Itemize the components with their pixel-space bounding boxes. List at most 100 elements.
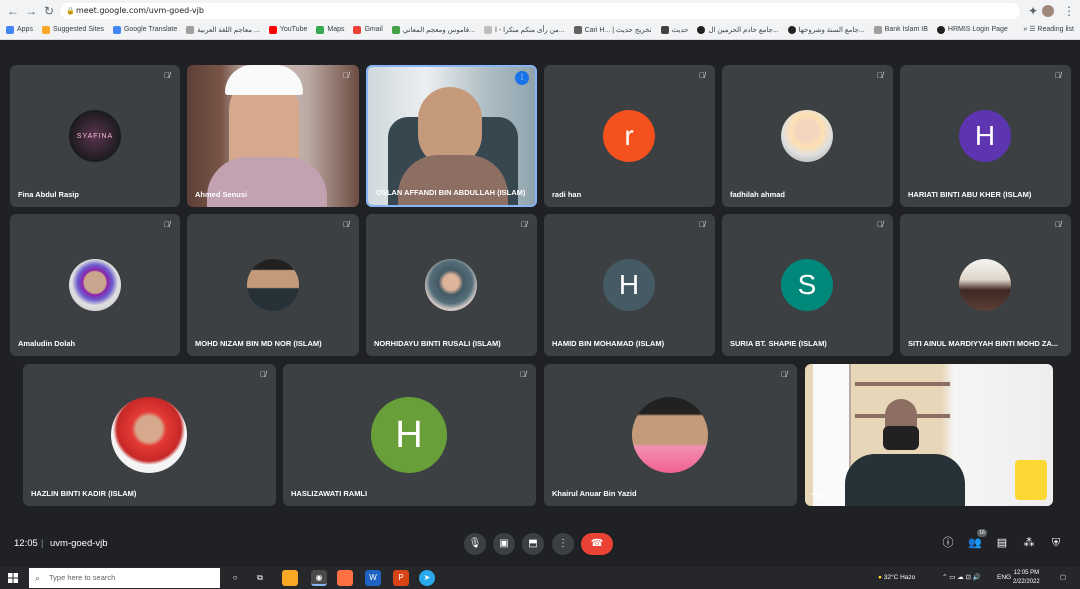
participant-tile[interactable]: H 🎙̸ HAMID BIN MOHAMAD (ISLAM)	[544, 214, 715, 356]
site-icon	[697, 25, 706, 34]
reading-list[interactable]: » ☰ Reading list	[1023, 21, 1074, 38]
firefox-icon[interactable]	[337, 570, 353, 586]
taskbar-clock[interactable]: 12:05 PM 2/22/2022	[1013, 569, 1040, 587]
participant-tile[interactable]: 🎙̸ MOHD NIZAM BIN MD NOR (ISLAM)	[187, 214, 359, 356]
ie-icon	[41, 25, 50, 34]
back-icon[interactable]: ←	[6, 4, 20, 18]
camera-button[interactable]: ▣	[493, 533, 515, 555]
participant-tile[interactable]: 🎙̸ Ahmed Senusi	[187, 65, 359, 207]
participant-tile[interactable]: 🎙̸ fadhilah ahmad	[722, 65, 893, 207]
participant-tile-active[interactable]: ⁞ OSLAN AFFANDI BIN ABDULLAH (ISLAM)	[366, 65, 537, 207]
bookmark-hadith[interactable]: من رأى منكم منكرا - ا...	[484, 25, 565, 34]
participant-tile[interactable]: H 🎙̸ HARIATI BINTI ABU KHER (ISLAM)	[900, 65, 1071, 207]
self-view-tile[interactable]: You	[805, 364, 1053, 506]
menu-icon[interactable]: ⋮	[1062, 4, 1076, 18]
participant-tile[interactable]: SYAFINA 🎙̸ Fina Abdul Rasip	[10, 65, 180, 207]
participant-tile[interactable]: r 🎙̸ radi han	[544, 65, 715, 207]
avatar: S	[781, 259, 833, 311]
avatar	[69, 259, 121, 311]
shirt	[207, 157, 327, 207]
weather-widget[interactable]: ● 32°C Hazo	[878, 567, 915, 589]
participant-name: SITI AINUL MARDIYYAH BINTI MOHD ZA...	[908, 339, 1059, 348]
present-icon: ⬒	[528, 538, 538, 549]
bookmark-suggested-sites[interactable]: Suggested Sites	[41, 25, 104, 34]
word-icon[interactable]: W	[365, 570, 381, 586]
avatar	[959, 259, 1011, 311]
chrome-icon[interactable]: ◉	[311, 570, 327, 586]
avatar	[425, 259, 477, 311]
reload-icon[interactable]: ↻	[42, 4, 56, 18]
participant-tile[interactable]: S 🎙̸ SURIA BT. SHAPIE (ISLAM)	[722, 214, 893, 356]
participant-tile[interactable]: 🎙̸ Amaludin Dolah	[10, 214, 180, 356]
chat-button[interactable]: ▤	[995, 536, 1009, 550]
bookmark-hrmis[interactable]: HRMIS Login Page	[936, 25, 1008, 34]
bookmark-arabic-dictionary[interactable]: معاجم اللغة العربية ...	[186, 25, 260, 34]
bookmark-maps[interactable]: Maps	[316, 25, 344, 34]
bookmark-apps[interactable]: Apps	[6, 25, 33, 34]
forward-icon[interactable]: →	[24, 4, 38, 18]
present-button[interactable]: ⬒	[522, 533, 544, 555]
bookmark-jami-2[interactable]: جامع السنة وشروحها...	[787, 25, 865, 34]
bookmark-jami-1[interactable]: جامع خادم الحرمين ال...	[697, 25, 779, 34]
bookmark-youtube[interactable]: YouTube	[268, 25, 307, 34]
hangup-icon: ☎	[590, 538, 604, 549]
mic-off-icon: 🎙̸	[343, 71, 349, 80]
shelf	[855, 382, 950, 386]
page-icon	[484, 25, 492, 34]
people-button[interactable]: 👥	[968, 536, 982, 550]
windows-taskbar: ⌕ Type here to search ○ ⧉ ◉ W P ➤ ● 32°C…	[0, 567, 1080, 589]
participant-tile[interactable]: 🎙̸ SITI AINUL MARDIYYAH BINTI MOHD ZA...	[900, 214, 1071, 356]
translate-icon	[112, 25, 121, 34]
language-indicator[interactable]: ENG	[997, 567, 1011, 589]
taskbar-search[interactable]: ⌕ Type here to search	[29, 568, 220, 588]
maps-icon	[316, 25, 325, 34]
meeting-code: uvm-goed-vjb	[50, 538, 108, 549]
cushion	[1015, 460, 1047, 500]
profile-avatar[interactable]	[1042, 5, 1054, 17]
more-options-button[interactable]: ⋮	[552, 533, 574, 555]
leave-call-button[interactable]: ☎	[581, 533, 613, 555]
meeting-details-button[interactable]: ⓘ	[941, 536, 955, 550]
mic-off-icon: 🎙̸	[1055, 220, 1061, 229]
speaking-indicator-icon: ⁞	[515, 71, 529, 85]
mic-off-icon: 🎙̸	[343, 220, 349, 229]
windows-start-icon[interactable]	[8, 573, 18, 583]
powerpoint-icon[interactable]: P	[393, 570, 409, 586]
participant-name: SURIA BT. SHAPIE (ISLAM)	[730, 339, 827, 348]
activities-button[interactable]: ⁂	[1022, 536, 1036, 550]
activities-icon: ⁂	[1023, 537, 1035, 549]
notification-icon[interactable]: ▢	[1060, 567, 1066, 589]
address-bar[interactable]: 🔒 meet.google.com/uvm-goed-vjb	[60, 3, 1020, 19]
mic-off-icon: 🎙̸	[164, 220, 170, 229]
participant-tile[interactable]: 🎙̸ Khairul Anuar Bin Yazid	[544, 364, 797, 506]
page-icon	[873, 25, 882, 34]
task-view-icon[interactable]: ⧉	[252, 570, 268, 586]
telegram-icon[interactable]: ➤	[419, 570, 435, 586]
lock-icon: 🔒	[66, 7, 75, 15]
participant-name: MOHD NIZAM BIN MD NOR (ISLAM)	[195, 339, 322, 348]
bookmark-google-translate[interactable]: Google Translate	[112, 25, 177, 34]
apps-icon	[6, 25, 14, 34]
bookmark-almaany[interactable]: قاموس ومعجم المعاني...	[391, 25, 475, 34]
participant-count-badge: 16	[977, 529, 987, 537]
bookmark-cari-hadith[interactable]: Cari H... | تخريج حديث	[573, 25, 652, 34]
meeting-time: 12:05	[14, 538, 38, 549]
info-icon: ⓘ	[942, 537, 954, 549]
participant-name: Ahmed Senusi	[195, 190, 248, 199]
extensions-icon[interactable]: ✦	[1026, 4, 1040, 18]
microphone-button[interactable]: 🎙	[464, 533, 486, 555]
camera-icon: ▣	[499, 538, 509, 549]
cortana-icon[interactable]: ○	[227, 570, 243, 586]
participant-tile[interactable]: 🎙̸ NORHIDAYU BINTI RUSALI (ISLAM)	[366, 214, 537, 356]
bookmark-hadith-2[interactable]: حديث	[660, 25, 688, 34]
host-controls-button[interactable]: ⛨	[1049, 536, 1063, 550]
tray-icons[interactable]: ⌃ ▭ ☁ ⊡ 🔊	[942, 567, 981, 589]
participant-name: Khairul Anuar Bin Yazid	[552, 489, 637, 498]
avatar: r	[603, 110, 655, 162]
participant-tile[interactable]: 🎙̸ HAZLIN BINTI KADIR (ISLAM)	[23, 364, 276, 506]
file-explorer-icon[interactable]	[282, 570, 298, 586]
bookmark-gmail[interactable]: Gmail	[353, 25, 383, 34]
mic-off-icon: 🎙̸	[1055, 71, 1061, 80]
participant-tile[interactable]: H 🎙̸ HASLIZAWATI RAMLI	[283, 364, 536, 506]
bookmark-bank-islam[interactable]: Bank Islam IB	[873, 25, 928, 34]
